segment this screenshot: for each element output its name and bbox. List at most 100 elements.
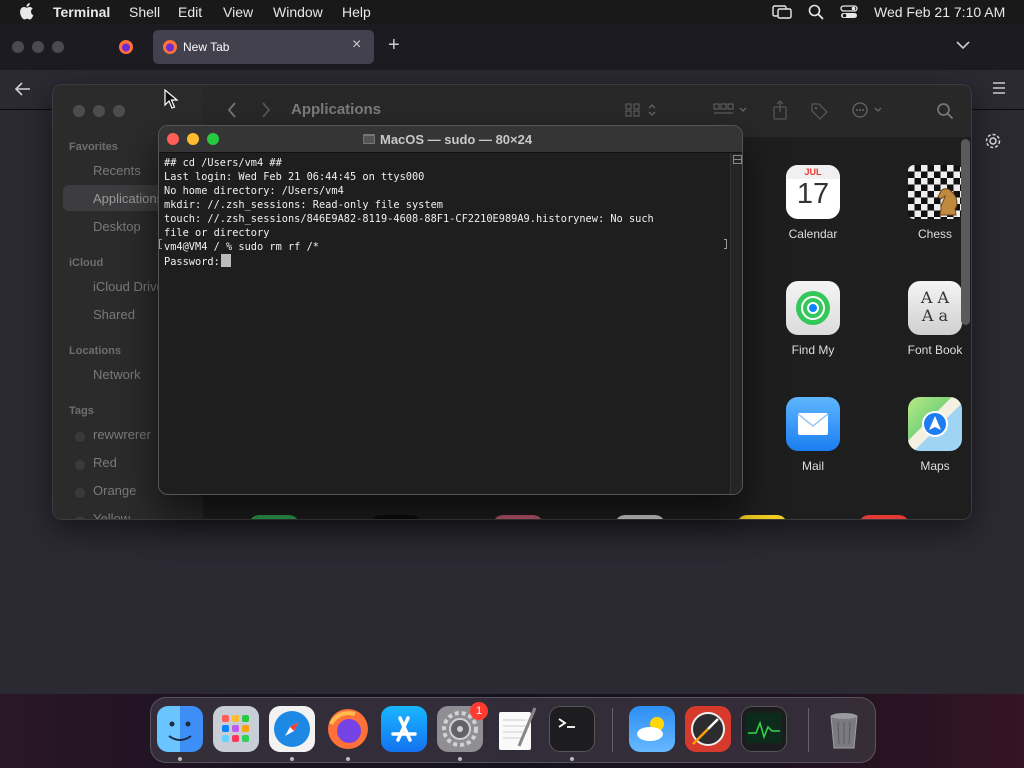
apple-menu-icon[interactable] [18,2,34,20]
app-maps[interactable]: Maps [880,397,971,473]
terminal-folder-icon [362,133,376,145]
sidebar-header-locations: Locations [69,345,121,357]
window-minimize-button[interactable] [32,41,44,53]
back-chevron-icon[interactable] [227,102,237,118]
tag-icon[interactable] [809,101,829,121]
finder-minimize-button[interactable] [93,105,105,117]
partial-app-icon [249,515,299,519]
terminal-split-icon[interactable] [733,155,742,164]
menu-help[interactable]: Help [342,4,371,20]
chess-knight-icon [908,165,962,219]
group-by-icon[interactable] [713,103,749,117]
back-arrow-icon[interactable] [14,81,32,97]
window-zoom-button[interactable] [52,41,64,53]
sidebar-item-desktop[interactable]: Desktop [93,219,141,234]
app-label: Chess [917,227,952,241]
sidebar-item-applications[interactable]: Applications [93,191,163,206]
terminal-output[interactable]: ## cd /Users/vm4 ## Last login: Wed Feb … [164,156,654,269]
dock-trash-icon[interactable] [821,706,867,752]
sidebar-tag-rewwrerer[interactable]: rewwrerer [93,427,151,442]
dock-separator [808,708,809,752]
dock-firefox-icon[interactable] [325,706,371,752]
app-find-my[interactable]: Find My [758,281,868,357]
tag-dot-icon [75,460,85,470]
dock-separator [612,708,613,752]
dock-app-store-icon[interactable] [381,706,427,752]
partial-app-icon [615,515,665,519]
finder-close-button[interactable] [73,105,85,117]
share-icon[interactable] [772,100,788,120]
mouse-pointer-icon [164,89,178,109]
firefox-pinned-tab-icon[interactable] [118,39,134,55]
forward-chevron-icon[interactable] [261,102,271,118]
terminal-line: mkdir: //.zsh_sessions: Read-only file s… [164,199,443,211]
partial-app-icon [493,515,543,519]
terminal-scrollbar[interactable] [730,153,742,494]
app-chess[interactable]: Chess [880,165,971,241]
terminal-line: No home directory: /Users/vm4 [164,185,344,197]
finder-search-icon[interactable] [936,102,954,120]
terminal-prompt-line: vm4@VM4 / % sudo rm rf /* [164,241,319,253]
finder-scrollbar[interactable] [961,139,970,325]
menu-edit[interactable]: Edit [178,4,202,20]
sidebar-item-network[interactable]: Network [93,367,141,382]
menu-view[interactable]: View [223,4,253,20]
app-mail[interactable]: Mail [758,397,868,473]
dock-finder-icon[interactable] [157,706,203,752]
font-book-glyph-top: A A [920,288,950,307]
finder-title: Applications [291,101,382,118]
app-font-book[interactable]: A A A a Font Book [880,281,971,357]
control-center-icon[interactable] [840,5,858,19]
sidebar-item-shared[interactable]: Shared [93,307,135,322]
app-calendar[interactable]: JUL 17 Calendar [758,165,868,241]
dock-weather-icon[interactable] [629,706,675,752]
tab-new-tab[interactable]: New Tab × [153,30,374,64]
terminal-close-button[interactable] [167,133,179,145]
list-all-tabs-icon[interactable] [956,41,970,50]
terminal-zoom-button[interactable] [207,133,219,145]
terminal-line: Last login: Wed Feb 21 06:44:45 on ttys0… [164,171,425,183]
calendar-day: 17 [796,178,830,210]
menu-clock[interactable]: Wed Feb 21 7:10 AM [874,4,1005,20]
sidebar-tag-yellow[interactable]: Yellow [93,511,130,519]
sidebar-tag-red[interactable]: Red [93,455,117,470]
sidebar-item-recents[interactable]: Recents [93,163,141,178]
new-tab-button[interactable]: + [388,34,400,57]
running-indicator [178,757,182,761]
running-indicator [290,757,294,761]
window-close-button[interactable] [12,41,24,53]
dock-launchpad-icon[interactable] [213,706,259,752]
dock-textedit-icon[interactable] [493,706,539,752]
app-label: Calendar [788,227,838,241]
dock-terminal-icon[interactable] [549,706,595,752]
partial-app-icon [859,515,909,519]
customize-gear-icon[interactable] [984,132,1002,150]
menu-shell[interactable]: Shell [129,4,160,20]
finder-zoom-button[interactable] [113,105,125,117]
menu-bar: Terminal Shell Edit View Window Help Wed… [0,0,1024,24]
tab-close-button[interactable]: × [352,36,361,54]
more-actions-icon[interactable] [851,102,887,118]
partial-app-icon [737,515,787,519]
dock: 1 [150,697,876,763]
menu-app-name[interactable]: Terminal [53,4,110,20]
tag-dot-icon [75,516,85,519]
terminal-line: ## cd /Users/vm4 ## [164,157,282,169]
dock-safari-icon[interactable] [269,706,315,752]
maps-location-icon [908,397,962,451]
icon-view-grid-icon[interactable] [625,102,657,118]
font-book-glyph-bottom: A a [921,306,949,325]
running-indicator [458,757,462,761]
sidebar-item-icloud-drive[interactable]: iCloud Drive [93,279,164,294]
hamburger-menu-icon[interactable] [992,82,1006,94]
sidebar-header-icloud: iCloud [69,257,104,269]
dock-instruments-icon[interactable] [685,706,731,752]
dock-activity-monitor-icon[interactable] [741,706,787,752]
find-my-radar-icon [786,281,840,335]
spotlight-search-icon[interactable] [808,4,824,20]
mark-bracket-left [159,239,162,249]
screen-mirroring-icon[interactable] [772,5,792,19]
menu-window[interactable]: Window [273,4,323,20]
terminal-minimize-button[interactable] [187,133,199,145]
sidebar-tag-orange[interactable]: Orange [93,483,136,498]
